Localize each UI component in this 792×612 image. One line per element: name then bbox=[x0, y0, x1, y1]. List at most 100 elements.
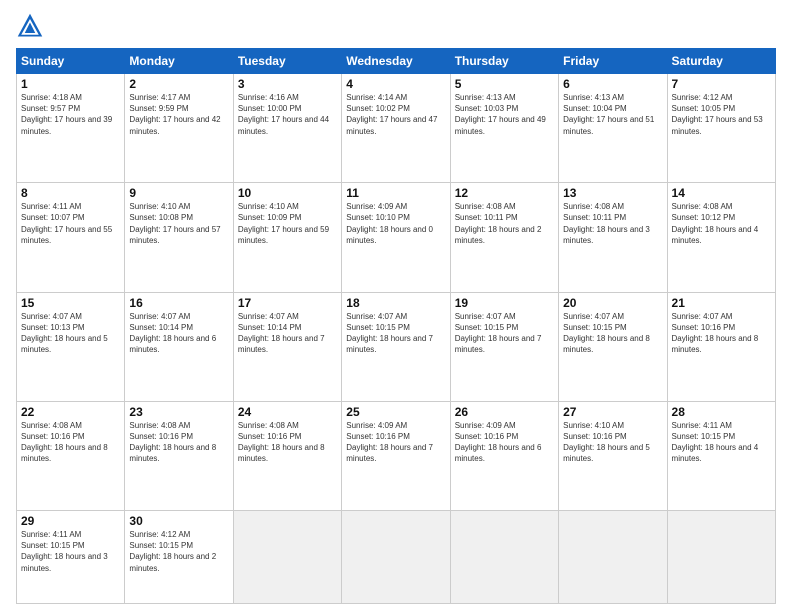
day-number: 18 bbox=[346, 296, 445, 310]
weekday-monday: Monday bbox=[125, 49, 233, 74]
calendar-cell: 11Sunrise: 4:09 AMSunset: 10:10 PMDaylig… bbox=[342, 183, 450, 292]
day-number: 11 bbox=[346, 186, 445, 200]
calendar-cell bbox=[559, 511, 667, 604]
day-number: 29 bbox=[21, 514, 120, 528]
day-number: 17 bbox=[238, 296, 337, 310]
day-info: Sunrise: 4:11 AMSunset: 10:15 PMDaylight… bbox=[672, 420, 771, 465]
calendar-cell: 12Sunrise: 4:08 AMSunset: 10:11 PMDaylig… bbox=[450, 183, 558, 292]
calendar-cell: 24Sunrise: 4:08 AMSunset: 10:16 PMDaylig… bbox=[233, 401, 341, 510]
day-info: Sunrise: 4:13 AMSunset: 10:04 PMDaylight… bbox=[563, 92, 662, 137]
day-number: 12 bbox=[455, 186, 554, 200]
calendar-cell: 18Sunrise: 4:07 AMSunset: 10:15 PMDaylig… bbox=[342, 292, 450, 401]
day-number: 25 bbox=[346, 405, 445, 419]
day-number: 6 bbox=[563, 77, 662, 91]
calendar-cell bbox=[667, 511, 775, 604]
week-row-5: 29Sunrise: 4:11 AMSunset: 10:15 PMDaylig… bbox=[17, 511, 776, 604]
day-info: Sunrise: 4:16 AMSunset: 10:00 PMDaylight… bbox=[238, 92, 337, 137]
day-number: 8 bbox=[21, 186, 120, 200]
day-number: 15 bbox=[21, 296, 120, 310]
day-info: Sunrise: 4:09 AMSunset: 10:16 PMDaylight… bbox=[346, 420, 445, 465]
day-number: 4 bbox=[346, 77, 445, 91]
day-info: Sunrise: 4:09 AMSunset: 10:10 PMDaylight… bbox=[346, 201, 445, 246]
day-number: 22 bbox=[21, 405, 120, 419]
calendar-cell bbox=[450, 511, 558, 604]
day-number: 21 bbox=[672, 296, 771, 310]
day-info: Sunrise: 4:18 AMSunset: 9:57 PMDaylight:… bbox=[21, 92, 120, 137]
calendar-cell bbox=[233, 511, 341, 604]
calendar-cell: 21Sunrise: 4:07 AMSunset: 10:16 PMDaylig… bbox=[667, 292, 775, 401]
day-number: 2 bbox=[129, 77, 228, 91]
day-info: Sunrise: 4:07 AMSunset: 10:15 PMDaylight… bbox=[346, 311, 445, 356]
day-info: Sunrise: 4:07 AMSunset: 10:14 PMDaylight… bbox=[238, 311, 337, 356]
day-info: Sunrise: 4:07 AMSunset: 10:15 PMDaylight… bbox=[563, 311, 662, 356]
day-number: 24 bbox=[238, 405, 337, 419]
calendar-cell: 17Sunrise: 4:07 AMSunset: 10:14 PMDaylig… bbox=[233, 292, 341, 401]
day-info: Sunrise: 4:08 AMSunset: 10:16 PMDaylight… bbox=[21, 420, 120, 465]
day-info: Sunrise: 4:08 AMSunset: 10:11 PMDaylight… bbox=[455, 201, 554, 246]
day-info: Sunrise: 4:17 AMSunset: 9:59 PMDaylight:… bbox=[129, 92, 228, 137]
weekday-header-row: SundayMondayTuesdayWednesdayThursdayFrid… bbox=[17, 49, 776, 74]
weekday-sunday: Sunday bbox=[17, 49, 125, 74]
calendar-cell: 14Sunrise: 4:08 AMSunset: 10:12 PMDaylig… bbox=[667, 183, 775, 292]
day-info: Sunrise: 4:07 AMSunset: 10:16 PMDaylight… bbox=[672, 311, 771, 356]
calendar-cell: 1Sunrise: 4:18 AMSunset: 9:57 PMDaylight… bbox=[17, 74, 125, 183]
calendar-cell bbox=[342, 511, 450, 604]
calendar-cell: 16Sunrise: 4:07 AMSunset: 10:14 PMDaylig… bbox=[125, 292, 233, 401]
weekday-wednesday: Wednesday bbox=[342, 49, 450, 74]
calendar-cell: 4Sunrise: 4:14 AMSunset: 10:02 PMDayligh… bbox=[342, 74, 450, 183]
calendar-cell: 7Sunrise: 4:12 AMSunset: 10:05 PMDayligh… bbox=[667, 74, 775, 183]
day-info: Sunrise: 4:08 AMSunset: 10:12 PMDaylight… bbox=[672, 201, 771, 246]
day-info: Sunrise: 4:14 AMSunset: 10:02 PMDaylight… bbox=[346, 92, 445, 137]
day-info: Sunrise: 4:08 AMSunset: 10:11 PMDaylight… bbox=[563, 201, 662, 246]
calendar-cell: 22Sunrise: 4:08 AMSunset: 10:16 PMDaylig… bbox=[17, 401, 125, 510]
day-number: 26 bbox=[455, 405, 554, 419]
logo bbox=[16, 12, 48, 40]
week-row-2: 8Sunrise: 4:11 AMSunset: 10:07 PMDayligh… bbox=[17, 183, 776, 292]
weekday-saturday: Saturday bbox=[667, 49, 775, 74]
day-info: Sunrise: 4:12 AMSunset: 10:05 PMDaylight… bbox=[672, 92, 771, 137]
day-info: Sunrise: 4:07 AMSunset: 10:15 PMDaylight… bbox=[455, 311, 554, 356]
day-number: 19 bbox=[455, 296, 554, 310]
calendar-cell: 28Sunrise: 4:11 AMSunset: 10:15 PMDaylig… bbox=[667, 401, 775, 510]
day-info: Sunrise: 4:07 AMSunset: 10:13 PMDaylight… bbox=[21, 311, 120, 356]
day-number: 3 bbox=[238, 77, 337, 91]
day-number: 27 bbox=[563, 405, 662, 419]
weekday-friday: Friday bbox=[559, 49, 667, 74]
day-info: Sunrise: 4:13 AMSunset: 10:03 PMDaylight… bbox=[455, 92, 554, 137]
day-info: Sunrise: 4:10 AMSunset: 10:09 PMDaylight… bbox=[238, 201, 337, 246]
calendar-cell: 15Sunrise: 4:07 AMSunset: 10:13 PMDaylig… bbox=[17, 292, 125, 401]
day-number: 13 bbox=[563, 186, 662, 200]
calendar-cell: 5Sunrise: 4:13 AMSunset: 10:03 PMDayligh… bbox=[450, 74, 558, 183]
week-row-4: 22Sunrise: 4:08 AMSunset: 10:16 PMDaylig… bbox=[17, 401, 776, 510]
day-info: Sunrise: 4:10 AMSunset: 10:08 PMDaylight… bbox=[129, 201, 228, 246]
day-info: Sunrise: 4:10 AMSunset: 10:16 PMDaylight… bbox=[563, 420, 662, 465]
day-number: 14 bbox=[672, 186, 771, 200]
day-number: 16 bbox=[129, 296, 228, 310]
day-number: 28 bbox=[672, 405, 771, 419]
day-number: 30 bbox=[129, 514, 228, 528]
calendar-cell: 23Sunrise: 4:08 AMSunset: 10:16 PMDaylig… bbox=[125, 401, 233, 510]
page: SundayMondayTuesdayWednesdayThursdayFrid… bbox=[0, 0, 792, 612]
week-row-3: 15Sunrise: 4:07 AMSunset: 10:13 PMDaylig… bbox=[17, 292, 776, 401]
calendar-cell: 30Sunrise: 4:12 AMSunset: 10:15 PMDaylig… bbox=[125, 511, 233, 604]
day-number: 1 bbox=[21, 77, 120, 91]
calendar-cell: 26Sunrise: 4:09 AMSunset: 10:16 PMDaylig… bbox=[450, 401, 558, 510]
logo-icon bbox=[16, 12, 44, 40]
weekday-thursday: Thursday bbox=[450, 49, 558, 74]
day-info: Sunrise: 4:09 AMSunset: 10:16 PMDaylight… bbox=[455, 420, 554, 465]
calendar-table: SundayMondayTuesdayWednesdayThursdayFrid… bbox=[16, 48, 776, 604]
calendar-cell: 2Sunrise: 4:17 AMSunset: 9:59 PMDaylight… bbox=[125, 74, 233, 183]
calendar-cell: 3Sunrise: 4:16 AMSunset: 10:00 PMDayligh… bbox=[233, 74, 341, 183]
day-info: Sunrise: 4:12 AMSunset: 10:15 PMDaylight… bbox=[129, 529, 228, 574]
day-info: Sunrise: 4:08 AMSunset: 10:16 PMDaylight… bbox=[238, 420, 337, 465]
week-row-1: 1Sunrise: 4:18 AMSunset: 9:57 PMDaylight… bbox=[17, 74, 776, 183]
day-info: Sunrise: 4:11 AMSunset: 10:07 PMDaylight… bbox=[21, 201, 120, 246]
day-number: 5 bbox=[455, 77, 554, 91]
calendar-cell: 6Sunrise: 4:13 AMSunset: 10:04 PMDayligh… bbox=[559, 74, 667, 183]
day-number: 23 bbox=[129, 405, 228, 419]
calendar-cell: 13Sunrise: 4:08 AMSunset: 10:11 PMDaylig… bbox=[559, 183, 667, 292]
day-info: Sunrise: 4:11 AMSunset: 10:15 PMDaylight… bbox=[21, 529, 120, 574]
day-info: Sunrise: 4:08 AMSunset: 10:16 PMDaylight… bbox=[129, 420, 228, 465]
calendar-cell: 29Sunrise: 4:11 AMSunset: 10:15 PMDaylig… bbox=[17, 511, 125, 604]
day-number: 9 bbox=[129, 186, 228, 200]
